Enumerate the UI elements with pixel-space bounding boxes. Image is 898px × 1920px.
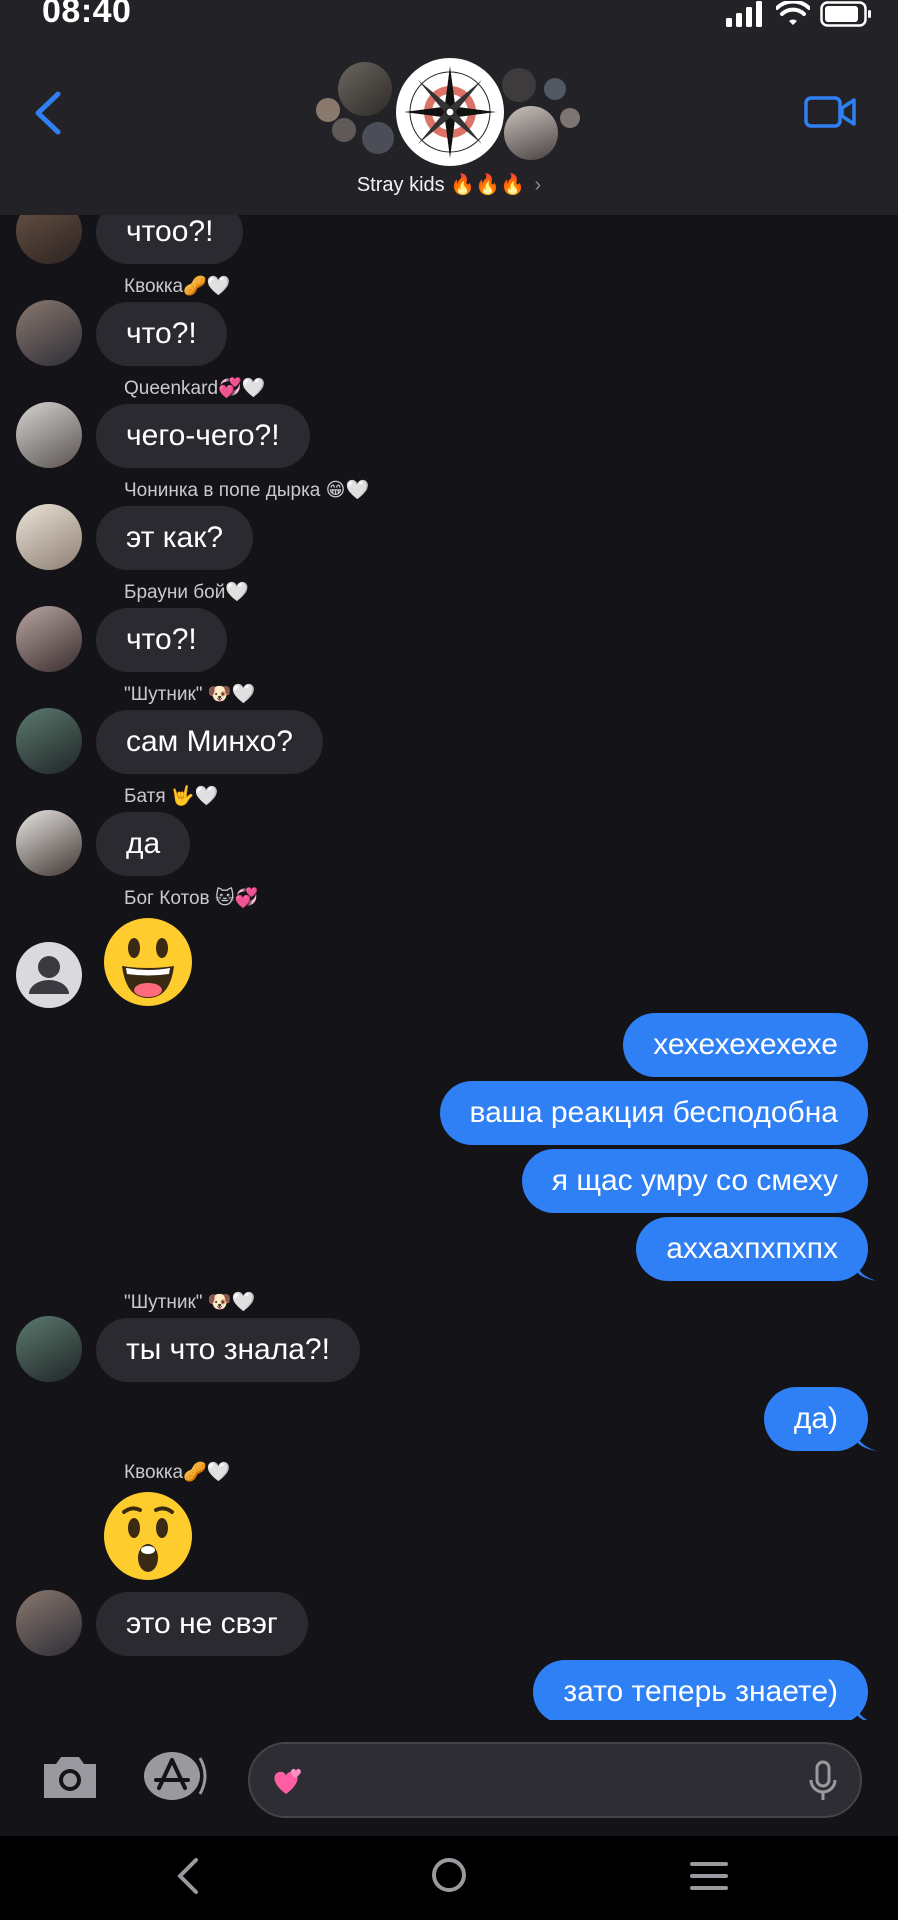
message-list[interactable]: чтоо?! Квокка🥜🤍 что?! Queenkard💞🤍 чего-ч… [0,215,898,1720]
sender-avatar[interactable] [16,215,82,264]
member-avatar [362,122,394,154]
bubble-tail-icon [856,1263,878,1281]
sender-avatar[interactable] [16,606,82,672]
sender-avatar[interactable] [16,1316,82,1382]
incoming-message[interactable]: сам Минхо? [96,710,323,774]
chat-screen: 08:40 Stray kids 🔥🔥🔥 › чтоо?! Квокка🥜🤍 ч… [0,0,898,1920]
camera-button[interactable] [40,1752,100,1802]
incoming-message[interactable]: что?! [96,302,227,366]
sender-name: Квокка🥜🤍 [124,276,231,297]
incoming-message[interactable]: ты что знала?! [96,1318,360,1382]
back-button[interactable] [26,88,70,138]
group-name: Stray kids 🔥🔥🔥 [356,174,525,196]
microphone-icon[interactable] [808,1760,838,1804]
signal-icon [726,1,762,27]
nav-back-icon[interactable] [176,1856,200,1896]
member-avatar [316,98,340,122]
member-avatar [504,106,558,160]
sender-name: Queenkard💞🤍 [124,378,266,399]
outgoing-message[interactable]: зато теперь знаете) [533,1660,868,1720]
incoming-message[interactable]: чтоо?! [96,215,244,264]
member-avatar [502,68,536,102]
incoming-message[interactable]: да [96,812,191,876]
grinning-face-icon [104,918,192,1006]
astonished-face-icon [104,1492,192,1580]
incoming-message[interactable]: эт как? [96,506,254,570]
member-avatar [338,62,392,116]
member-avatar [332,118,356,142]
sender-name: "Шутник" 🐶🤍 [124,684,256,705]
incoming-message[interactable]: чего-чего?! [96,404,310,468]
wifi-icon [776,1,810,25]
chat-header: 08:40 Stray kids 🔥🔥🔥 › [0,0,898,215]
video-camera-icon [804,96,856,128]
sender-avatar[interactable] [16,504,82,570]
camera-icon [44,1757,96,1798]
message-input[interactable] [248,1742,862,1818]
sender-name: "Шутник" 🐶🤍 [124,1292,256,1313]
group-avatar-cluster[interactable] [310,50,590,170]
member-avatar [560,108,580,128]
incoming-message[interactable]: что?! [96,608,227,672]
sender-avatar[interactable] [16,1590,82,1656]
chevron-right-icon: › [534,174,542,196]
sparkling-hearts-icon[interactable] [268,1762,306,1800]
sender-avatar[interactable] [16,300,82,366]
status-time: 08:40 [42,0,132,30]
group-photo [396,58,504,166]
bubble-tail-icon [856,1433,878,1451]
video-call-button[interactable] [804,92,856,132]
sender-avatar[interactable] [16,402,82,468]
nav-recents-icon[interactable] [690,1860,728,1892]
outgoing-message[interactable]: аххахпхпхпх [636,1217,868,1281]
bubble-tail-icon [856,1706,868,1720]
member-avatar [544,78,566,100]
group-title[interactable]: Stray kids 🔥🔥🔥 › [0,172,898,197]
default-avatar[interactable] [16,942,82,1008]
nav-home-icon[interactable] [430,1856,468,1894]
incoming-message[interactable]: это не свэг [96,1592,308,1656]
person-icon [29,956,69,994]
outgoing-message[interactable]: я щас умру со смеху [521,1149,868,1213]
chevron-left-icon [35,91,61,135]
astonished-emoji-message[interactable] [100,1488,196,1584]
sender-avatar[interactable] [16,810,82,876]
outgoing-message[interactable]: хехехехехехе [623,1013,868,1077]
sender-name: Батя 🤟🤍 [124,786,219,807]
message-composer [0,1720,898,1836]
outgoing-message[interactable]: да) [763,1387,868,1451]
sender-name: Квокка🥜🤍 [124,1462,231,1483]
app-store-icon [144,1752,207,1800]
outgoing-message[interactable]: ваша реакция бесподобна [439,1081,868,1145]
sender-name: Чонинка в попе дырка 😁🤍 [124,480,370,501]
system-nav-bar [0,1836,898,1920]
battery-icon [820,1,871,27]
smiley-emoji-message[interactable] [100,914,196,1010]
sender-avatar[interactable] [16,708,82,774]
sender-name: Брауни бой🤍 [124,582,249,603]
compass-icon [404,66,496,158]
sender-name: Бог Котов 🐱💞 [124,888,259,909]
status-icons [726,0,872,32]
app-store-button[interactable] [142,1748,212,1804]
